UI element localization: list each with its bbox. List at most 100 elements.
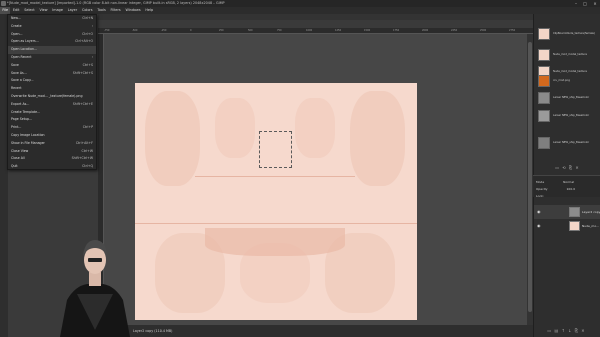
eye-icon[interactable]: ◉ [537, 219, 541, 233]
file-menu-item[interactable]: New... Ctrl+N [8, 15, 96, 23]
file-menu-item[interactable]: Open Recent › [8, 54, 96, 62]
menu-item-shortcut: Ctrl+N [82, 16, 93, 20]
menu-item-label: Copy Image Location [11, 133, 45, 137]
ruler-tick: 2750 [509, 29, 516, 32]
horizontal-ruler[interactable]: -750 -500 -250 0 250 500 750 1000 1250 1… [98, 28, 533, 34]
gimp-logo-icon [1, 1, 6, 6]
file-menu-item[interactable]: Overwrite Nude_mod... _texture(female).p… [8, 93, 96, 101]
file-menu-item[interactable]: Close View Ctrl+W [8, 148, 96, 156]
gimp-window: *[Nude_mod_model_texture] [imported]-1.0… [0, 0, 600, 337]
image-list-item[interactable]: Larser NEW_ship_BaseColor [534, 108, 600, 124]
file-menu-item[interactable]: Open... Ctrl+O [8, 31, 96, 39]
menu-filters[interactable]: Filters [108, 7, 123, 14]
texture-image[interactable] [135, 83, 417, 320]
menu-windows[interactable]: Windows [123, 7, 143, 14]
image-list-label: Larser NEW_ship_BaseColor [553, 114, 590, 117]
menu-item-label: Overwrite Nude_mod... _texture(female).p… [11, 94, 83, 98]
ruler-tick: -250 [161, 29, 167, 32]
file-menu-item[interactable]: Save As... Shift+Ctrl+S [8, 70, 96, 78]
menu-item-shortcut: Shift+Ctrl+E [72, 101, 93, 106]
file-menu-dropdown: New... Ctrl+N Create › Open... Ctrl+O Open … [7, 14, 97, 170]
window-title: *[Nude_mod_model_texture] [imported]-1.0… [7, 1, 225, 5]
lock-row: Lock: [536, 194, 544, 198]
menu-item-shortcut: Shift+Ctrl+W [71, 156, 93, 161]
avatar-glasses [88, 258, 102, 262]
menu-file[interactable]: File [0, 7, 11, 14]
file-menu-item[interactable]: Create Template... [8, 109, 96, 117]
file-menu-item[interactable]: Close All Shift+Ctrl+W [8, 155, 96, 163]
layers-panel-toolbar[interactable]: ▭ ▤ ↑ ↓ ⎘ ✕ [533, 327, 600, 334]
file-menu-item[interactable]: Save a Copy... [8, 77, 96, 85]
file-menu-item[interactable]: Revert [8, 85, 96, 93]
file-menu-item[interactable]: Open Location... [8, 46, 96, 54]
title-bar: *[Nude_mod_model_texture] [imported]-1.0… [0, 0, 600, 7]
menu-item-shortcut: › [91, 23, 93, 28]
ruler-tick: 2250 [451, 29, 458, 32]
menu-item-shortcut: Shift+Ctrl+S [72, 70, 93, 75]
file-menu-item[interactable]: Quit Ctrl+Q [8, 163, 96, 171]
image-list-item[interactable]: Larser NEW_ship_BaseColor [534, 135, 600, 151]
texture-region [205, 228, 345, 256]
ruler-tick: 750 [277, 29, 282, 32]
menu-item-label: Save [11, 62, 19, 67]
menu-view[interactable]: View [37, 7, 50, 14]
file-menu-item[interactable]: Page Setup... [8, 116, 96, 124]
menu-item-shortcut: Ctrl+O [82, 31, 93, 36]
texture-region [145, 91, 200, 186]
layer-row[interactable]: ◉ Nude_mo... [534, 219, 600, 233]
opacity-row[interactable]: Opacity 100.0 [536, 187, 575, 191]
image-list-item[interactable]: Larser NEW_ship_BaseColor [534, 90, 600, 106]
layer-thumbnail [569, 221, 580, 231]
menu-edit[interactable]: Edit [10, 7, 21, 14]
eye-icon[interactable]: ◉ [537, 205, 541, 219]
images-panel-toolbar[interactable]: ▭ ⟲ ⎘ ✕ [534, 164, 600, 171]
texture-region [350, 91, 405, 186]
file-menu-item[interactable]: Print... Ctrl+P [8, 124, 96, 132]
file-menu-item[interactable]: Open as Layers... Ctrl+Alt+O [8, 38, 96, 46]
menu-colors[interactable]: Colors [80, 7, 95, 14]
maximize-button[interactable]: □ [580, 0, 590, 7]
menu-help[interactable]: Help [143, 7, 156, 14]
menu-item-label: Save a Copy... [11, 78, 34, 83]
file-menu-item[interactable]: Create › [8, 23, 96, 31]
menu-item-label: Create [11, 23, 22, 28]
ruler-tick: -500 [132, 29, 138, 32]
menu-image[interactable]: Image [50, 7, 65, 14]
menu-item-label: Show in File Manager [11, 140, 45, 145]
ruler-tick: 1250 [335, 29, 342, 32]
image-thumbnail [538, 137, 550, 149]
file-menu-item[interactable]: Export As... Shift+Ctrl+E [8, 101, 96, 109]
layer-row[interactable]: ◉ Layer2 copy [534, 205, 600, 219]
opacity-value[interactable]: 100.0 [567, 187, 576, 191]
ruler-tick: 1000 [306, 29, 313, 32]
menu-item-label: Create Template... [11, 109, 41, 114]
scrollbar-thumb[interactable] [528, 42, 532, 312]
image-list-item[interactable]: ClipBoard-Nude_texture(female) [534, 26, 600, 42]
ruler-tick: 1750 [393, 29, 400, 32]
menu-select[interactable]: Select [22, 7, 37, 14]
layer-thumbnail [569, 207, 580, 217]
menu-item-label: New... [11, 16, 21, 20]
image-list-item[interactable]: cru_mod.png [534, 73, 600, 89]
mode-row[interactable]: Mode Normal [536, 180, 574, 184]
menu-item-shortcut: Ctrl+P [82, 125, 93, 130]
lock-label: Lock: [536, 194, 544, 198]
menu-item-shortcut: Ctrl+W [81, 148, 94, 153]
menu-layer[interactable]: Layer [65, 7, 79, 14]
image-thumbnail [538, 92, 550, 104]
menu-item-label: Open as Layers... [11, 39, 39, 44]
ruler-tick: -750 [104, 29, 110, 32]
file-menu-item[interactable]: Save Ctrl+S [8, 62, 96, 70]
ruler-tick: 250 [219, 29, 224, 32]
file-menu-item[interactable]: Show in File Manager Ctrl+Alt+F [8, 140, 96, 148]
image-list-item[interactable]: Nude_mod_model_texture [534, 47, 600, 63]
image-list-label: ClipBoard-Nude_texture(female) [553, 32, 595, 35]
menu-tools[interactable]: Tools [95, 7, 108, 14]
selection-marquee[interactable] [259, 131, 292, 168]
image-tabs[interactable] [98, 14, 533, 20]
texture-region [295, 98, 335, 158]
file-menu-item[interactable]: Copy Image Location [8, 132, 96, 140]
close-button[interactable]: × [590, 0, 600, 7]
mode-select[interactable]: Normal [563, 180, 574, 184]
menu-item-label: Close View [11, 148, 29, 153]
